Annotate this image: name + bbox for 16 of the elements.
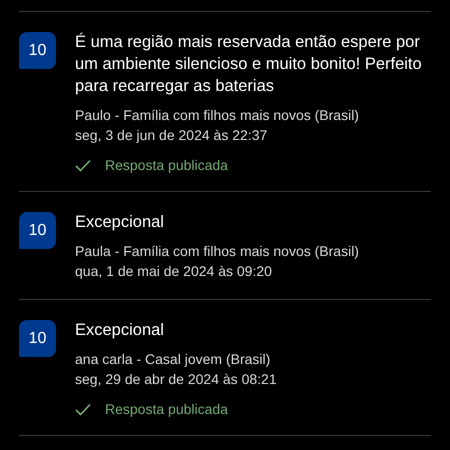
reviewer-info: Paula - Família com filhos mais novos (Brasil) [75,242,359,261]
score-badge: 10 [19,212,56,249]
review-title: É uma região mais reservada então espere por um ambiente silencioso e muito bonito! Perfeito para recarregar as baterias [75,32,423,97]
review-title: Excepcional [75,212,165,233]
check-icon [75,158,91,172]
score-badge: 10 [19,32,56,69]
reviewer-info: Paulo - Família com filhos mais novos (Brasil) [75,106,360,125]
score-badge: 10 [19,320,56,357]
reply-status: Resposta publicada [105,401,228,417]
review-date: seg, 3 de jun de 2024 às 22:37 [75,126,268,145]
review-date: qua, 1 de mai de 2024 às 09:20 [75,262,273,281]
check-icon [75,402,91,416]
reviewer-info: ana carla - Casal jovem (Brasil) [75,350,272,369]
review-date: seg, 29 de abr de 2024 às 08:21 [75,370,277,389]
review-title: Excepcional [75,320,165,341]
reply-status: Resposta publicada [105,157,228,173]
